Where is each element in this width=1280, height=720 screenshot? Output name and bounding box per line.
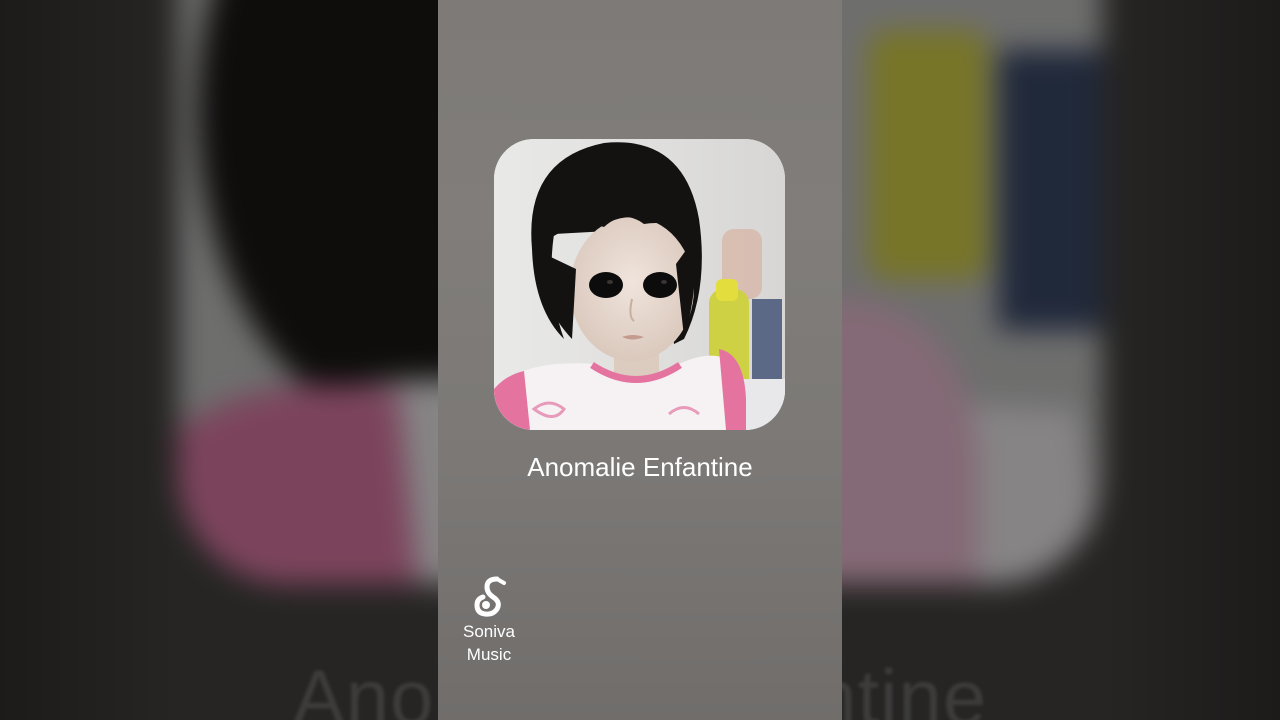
brand-name-line2: Music: [466, 645, 512, 664]
album-cover-image: [494, 139, 785, 430]
music-note-logo-icon: [474, 576, 506, 617]
video-frame: Anomalie Enfantine Soniva Music: [0, 0, 1280, 720]
album-title: Anomalie Enfantine: [527, 452, 753, 482]
soniva-logo: Soniva Music: [454, 575, 524, 665]
video-panel: Anomalie Enfantine Soniva Music: [438, 0, 842, 720]
brand-name-line1: Soniva: [463, 622, 515, 641]
